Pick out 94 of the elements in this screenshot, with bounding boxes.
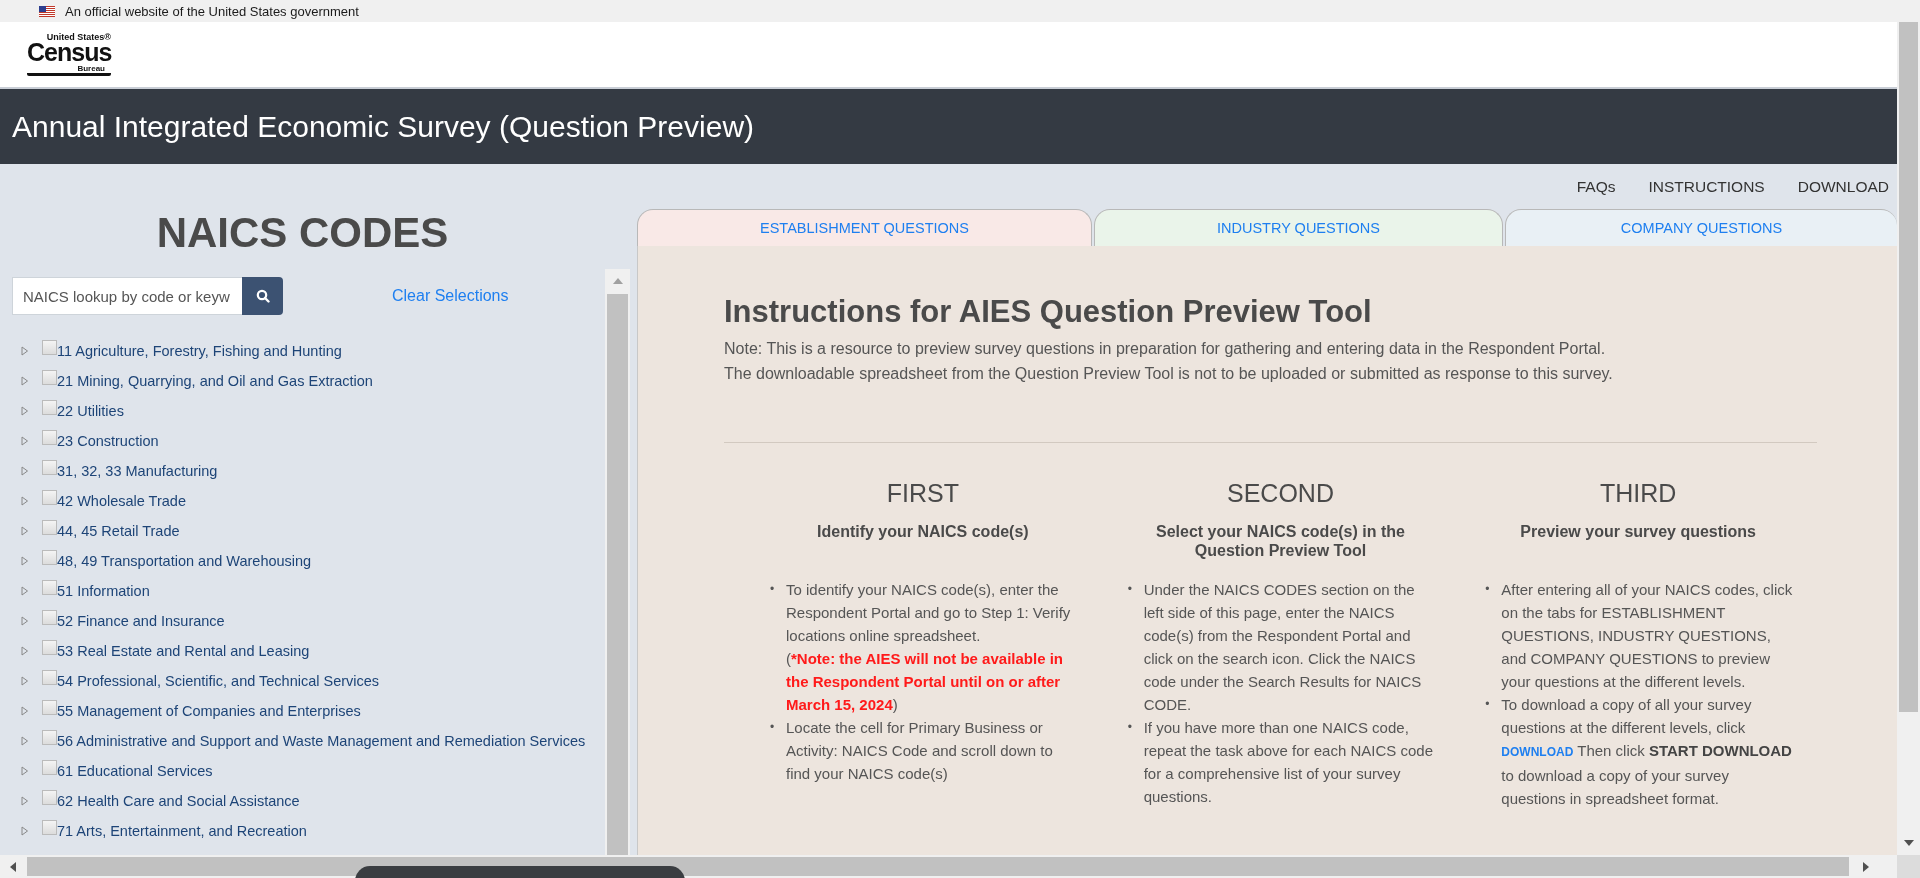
tab[interactable]: COMPANY QUESTIONS — [1505, 209, 1897, 246]
tree-item[interactable]: 48, 49 Transportation and Warehousing — [57, 553, 312, 569]
step-subtitle: Preview your survey questions — [1519, 522, 1757, 542]
checkbox[interactable] — [42, 819, 57, 835]
nav-link[interactable]: INSTRUCTIONS — [1648, 177, 1765, 196]
expand-icon[interactable] — [21, 556, 29, 566]
tree-item[interactable]: 21 Mining, Quarrying, and Oil and Gas Extraction — [57, 373, 373, 389]
checkbox[interactable] — [42, 789, 57, 805]
expand-icon[interactable] — [21, 826, 29, 836]
scroll-left-icon[interactable] — [10, 861, 16, 872]
bullet-text: To identify your NAICS code(s), enter the Respondent Portal and go to Step 1: Verify locations online spreadsheet. — [786, 580, 1072, 646]
expand-icon[interactable] — [21, 646, 29, 656]
expand-icon[interactable] — [21, 496, 29, 506]
expand-icon[interactable] — [21, 796, 29, 806]
tree-item[interactable]: 54 Professional, Scientific, and Technical Services — [57, 673, 380, 689]
expand-icon[interactable] — [21, 706, 29, 716]
step-subtitle: Select your NAICS code(s) in the Question Preview Tool — [1155, 522, 1406, 561]
tree-item[interactable]: 62 Health Care and Social Assistance — [57, 793, 300, 809]
checkbox[interactable] — [42, 759, 57, 775]
scroll-up-icon[interactable] — [612, 278, 623, 284]
search-icon — [255, 289, 270, 303]
checkbox[interactable] — [42, 489, 57, 505]
expand-icon[interactable] — [21, 676, 29, 686]
scroll-down-icon[interactable] — [1903, 840, 1914, 846]
bullet-marker: • — [770, 719, 776, 736]
note-text: Note: This is a resource to preview survey questions in preparation for gathering and entering data in the Respondent Portal. — [724, 339, 1607, 359]
tree-item[interactable]: 44, 45 Retail Trade — [57, 523, 180, 539]
tree-item[interactable]: 22 Utilities — [57, 403, 124, 419]
checkbox[interactable] — [42, 609, 57, 625]
bullet-marker: • — [1127, 581, 1133, 598]
expand-icon[interactable] — [21, 376, 29, 386]
tree-item[interactable]: 42 Wholesale Trade — [57, 493, 186, 509]
bullet-text: If you have more than one NAICS code, repeat the task above for each NAICS code for a comprehensive list of your survey questions. — [1143, 718, 1434, 807]
checkbox[interactable] — [42, 399, 57, 415]
expand-icon[interactable] — [21, 436, 29, 446]
tree-item[interactable]: 23 Construction — [57, 433, 159, 449]
expand-icon[interactable] — [21, 346, 29, 356]
checkbox[interactable] — [42, 639, 57, 655]
expand-icon[interactable] — [21, 466, 29, 476]
expand-icon[interactable] — [21, 586, 29, 596]
instructions-heading: Instructions for AIES Question Preview Tool — [724, 294, 1373, 330]
tree-item[interactable]: 51 Information — [57, 583, 150, 599]
horizontal-scrollbar[interactable] — [0, 855, 1920, 878]
tree-item[interactable]: 31, 32, 33 Manufacturing — [57, 463, 218, 479]
bullet-marker: • — [770, 581, 776, 598]
step-subtitle: Identify your NAICS code(s) — [816, 522, 1030, 542]
checkbox[interactable] — [42, 699, 57, 715]
panel-heading: NAICS CODES — [155, 209, 450, 258]
checkbox[interactable] — [42, 729, 57, 745]
checkbox[interactable] — [42, 549, 57, 565]
search-field[interactable]: NAICS lookup by code or keyw — [12, 277, 242, 315]
bullet-text: Locate the cell for Primary Business or Activity: NAICS Code and scroll down to find your NAICS code(s) — [786, 718, 1054, 784]
expand-icon[interactable] — [21, 766, 29, 776]
bullet-marker: • — [1485, 581, 1491, 598]
bullet-marker: • — [1485, 696, 1491, 713]
checkbox[interactable] — [42, 429, 57, 445]
note-text: The downloadable spreadsheet from the Question Preview Tool is not to be uploaded or submitted as response to this survey. — [724, 364, 1614, 384]
expand-icon[interactable] — [21, 406, 29, 416]
scroll-right-icon[interactable] — [1863, 861, 1869, 872]
checkbox[interactable] — [42, 579, 57, 595]
checkbox[interactable] — [42, 519, 57, 535]
scrollbar-thumb[interactable] — [1899, 22, 1918, 712]
vertical-scrollbar[interactable] — [1897, 22, 1920, 855]
tree-item[interactable]: 55 Management of Companies and Enterprises — [57, 703, 361, 719]
tree-item[interactable]: 61 Educational Services — [57, 763, 213, 779]
expand-icon[interactable] — [21, 616, 29, 626]
tree-item[interactable]: 11 Agriculture, Forestry, Fishing and Hunting — [57, 343, 342, 359]
expand-icon[interactable] — [21, 526, 29, 536]
nav-link[interactable]: DOWNLOAD — [1797, 177, 1889, 196]
tree-item[interactable]: 71 Arts, Entertainment, and Recreation — [57, 823, 307, 839]
step-title: FIRST — [885, 479, 960, 508]
checkbox[interactable] — [42, 669, 57, 685]
banner-text: An official website of the United States government — [65, 3, 359, 19]
bullet-text: After entering all of your NAICS codes, click on the tabs for ESTABLISHMENT QUESTIONS, INDUSTRY QUESTIONS, and COMPANY QUESTIONS to preview your questions at the different levels. — [1501, 580, 1793, 692]
step-title: SECOND — [1226, 479, 1335, 508]
bullet-text: (*Note: the AIES will not be available in the Respondent Portal until on or after March 15, 2024) — [786, 649, 1064, 715]
search-button[interactable] — [242, 277, 283, 315]
checkbox[interactable] — [42, 339, 57, 355]
tree-item[interactable]: 52 Finance and Insurance — [57, 613, 225, 629]
checkbox[interactable] — [42, 459, 57, 475]
flag-icon — [39, 5, 55, 17]
tree-item[interactable]: 53 Real Estate and Rental and Leasing — [57, 643, 310, 659]
bullet-text: Under the NAICS CODES section on the left side of this page, enter the NAICS code(s) from the Respondent Portal and click on the search icon. Click the NAICS code under the Search Results for NAICS CODE. — [1143, 580, 1423, 715]
step-title: THIRD — [1598, 479, 1678, 508]
tree-item[interactable]: 56 Administrative and Support and Waste Management and Remediation Services — [57, 733, 586, 749]
panel-scrollbar[interactable] — [605, 269, 630, 855]
nav-link[interactable]: FAQs — [1576, 177, 1616, 196]
bullet-text: To download a copy of all your survey questions at the different levels, click DOWNLOAD Then click START DOWNLOAD to download a copy of your survey questions in spreadsheet format. — [1501, 695, 1793, 809]
checkbox[interactable] — [42, 369, 57, 385]
page-title: Annual Integrated Economic Survey (Question Preview) — [12, 109, 755, 144]
tab[interactable]: INDUSTRY QUESTIONS — [1094, 209, 1503, 246]
expand-icon[interactable] — [21, 736, 29, 746]
census-logo[interactable]: United States® Census Bureau — [27, 33, 111, 76]
bullet-marker: • — [1127, 719, 1133, 736]
